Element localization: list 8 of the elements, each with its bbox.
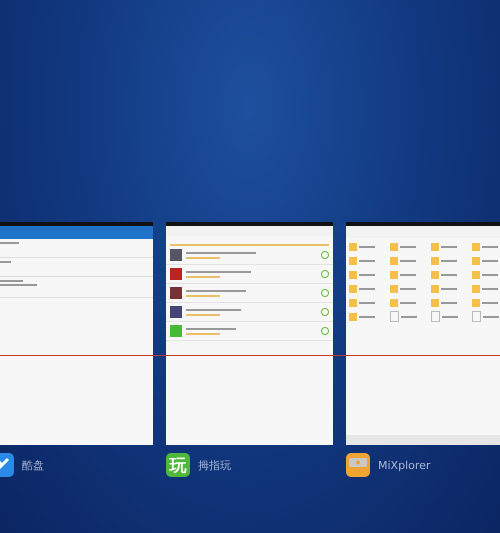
app-name: MiXplorer	[378, 458, 430, 472]
app-name: 拇指玩	[198, 458, 231, 472]
app-name: 酷盘	[22, 458, 44, 472]
app-icon[interactable]	[346, 453, 370, 477]
app-screenshot-drawing[interactable]	[166, 222, 333, 445]
app-screenshot-drawing[interactable]	[0, 222, 153, 445]
app-icon[interactable]: 玩	[166, 453, 190, 477]
app-screenshot-drawing[interactable]	[346, 222, 500, 445]
